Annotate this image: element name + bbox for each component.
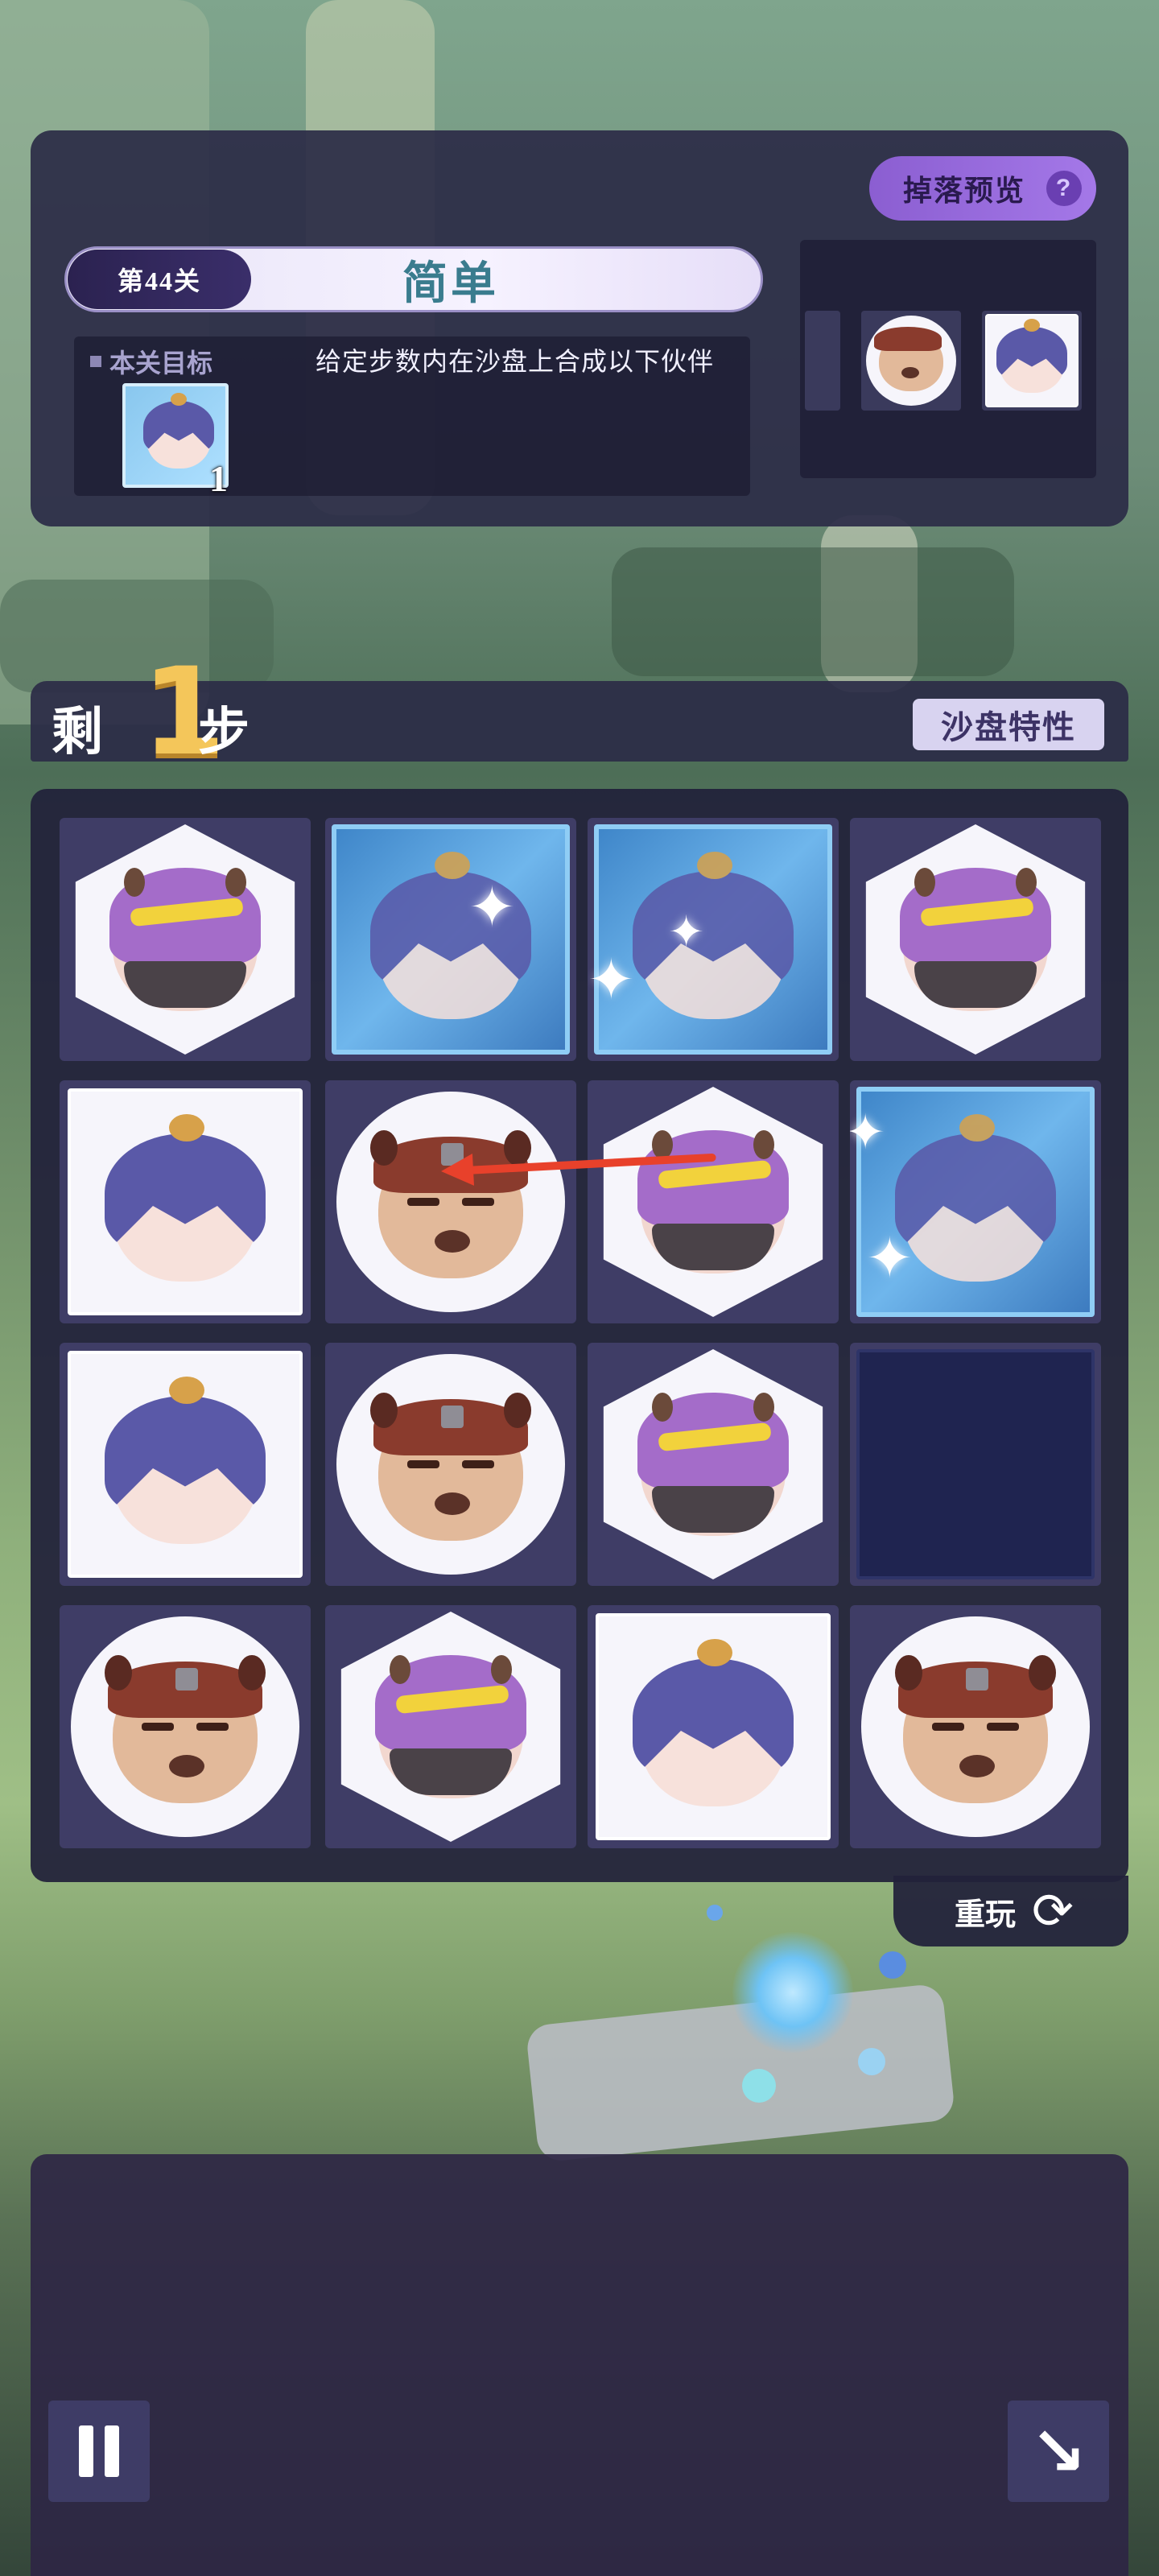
board-cell-r1c4[interactable] bbox=[850, 818, 1101, 1061]
ninja-face-icon bbox=[900, 868, 1051, 1011]
drop-preview-button[interactable]: 掉落预览 ? bbox=[869, 156, 1096, 221]
target-title: 本关目标 bbox=[90, 343, 212, 380]
sand-feature-button[interactable]: 沙盘特性 bbox=[913, 699, 1104, 750]
ninja-face-icon bbox=[375, 1655, 526, 1798]
board-cell-r3c4-empty[interactable] bbox=[850, 1343, 1101, 1586]
exit-arrow-icon: ↘ bbox=[1029, 2412, 1087, 2491]
blue-ninja-face-icon bbox=[143, 393, 214, 469]
board-cell-r2c1[interactable] bbox=[60, 1080, 311, 1323]
exit-button[interactable]: ↘ bbox=[1008, 2401, 1109, 2502]
drop-item-blue-ninja[interactable] bbox=[982, 311, 1082, 411]
drop-preview-label: 掉落预览 bbox=[903, 175, 1026, 208]
blue-ninja-face-icon bbox=[105, 1377, 266, 1544]
board-cell-r3c2[interactable] bbox=[325, 1343, 576, 1586]
board-cell-r4c3[interactable] bbox=[588, 1605, 839, 1848]
frozen-blue-ninja-face-icon bbox=[895, 1114, 1056, 1282]
target-title-text: 本关目标 bbox=[109, 348, 213, 378]
bull-face-icon bbox=[105, 1655, 266, 1803]
bull-face-icon bbox=[370, 1393, 531, 1541]
sparkle-icon: ✦ bbox=[866, 1225, 914, 1291]
bottom-panel bbox=[31, 2154, 1128, 2576]
sparkle-icon: ✦ bbox=[850, 1104, 886, 1161]
hint-arrow-head-icon bbox=[439, 1153, 475, 1188]
pause-icon bbox=[79, 2425, 93, 2477]
pause-button[interactable] bbox=[48, 2401, 150, 2502]
board-cell-r2c3[interactable] bbox=[588, 1080, 839, 1323]
board-cell-r3c1[interactable] bbox=[60, 1343, 311, 1586]
replay-label: 重玩 bbox=[955, 1896, 1017, 1932]
board-cell-r1c2[interactable]: ✦ bbox=[325, 818, 576, 1061]
board-cell-r3c3[interactable] bbox=[588, 1343, 839, 1586]
bull-face-icon bbox=[895, 1655, 1056, 1803]
difficulty-label: 简单 bbox=[402, 257, 499, 310]
board-cell-r1c1[interactable] bbox=[60, 818, 311, 1061]
board-cell-r2c2[interactable] bbox=[325, 1080, 576, 1323]
level-number-badge: 第44关 bbox=[68, 250, 251, 309]
blue-ninja-face-icon bbox=[105, 1114, 266, 1282]
help-icon[interactable]: ? bbox=[1046, 171, 1082, 206]
replay-button[interactable]: 重玩 ⟳ bbox=[893, 1876, 1128, 1946]
refresh-icon: ⟳ bbox=[1032, 1881, 1074, 1940]
pause-icon bbox=[105, 2425, 119, 2477]
sparkle-icon: ✦ bbox=[668, 906, 705, 957]
board-cell-r4c4[interactable] bbox=[850, 1605, 1101, 1848]
board-cell-r2c4[interactable]: ✦ ✦ bbox=[850, 1080, 1101, 1323]
board-cell-r4c1[interactable] bbox=[60, 1605, 311, 1848]
blue-ninja-face-icon bbox=[633, 1639, 794, 1806]
frozen-blue-ninja-face-icon bbox=[633, 852, 794, 1019]
steps-remaining-suffix: 步 bbox=[198, 702, 250, 762]
drop-item-bull[interactable] bbox=[861, 311, 961, 411]
steps-remaining-prefix: 剩 bbox=[52, 702, 105, 762]
board-cell-r1c3[interactable]: ✦ ✦ bbox=[588, 818, 839, 1061]
target-description: 给定步数内在沙盘上合成以下伙伴 bbox=[316, 346, 715, 377]
ninja-face-icon bbox=[637, 1393, 789, 1536]
board-cell-r4c2[interactable] bbox=[325, 1605, 576, 1848]
sparkle-icon: ✦ bbox=[468, 874, 516, 940]
bullet-square-icon bbox=[90, 356, 101, 367]
target-count: 1 bbox=[209, 458, 228, 499]
ninja-face-icon bbox=[109, 868, 261, 1011]
sparkle-icon: ✦ bbox=[588, 947, 635, 1013]
drop-item-ninja-partial[interactable] bbox=[805, 311, 840, 411]
